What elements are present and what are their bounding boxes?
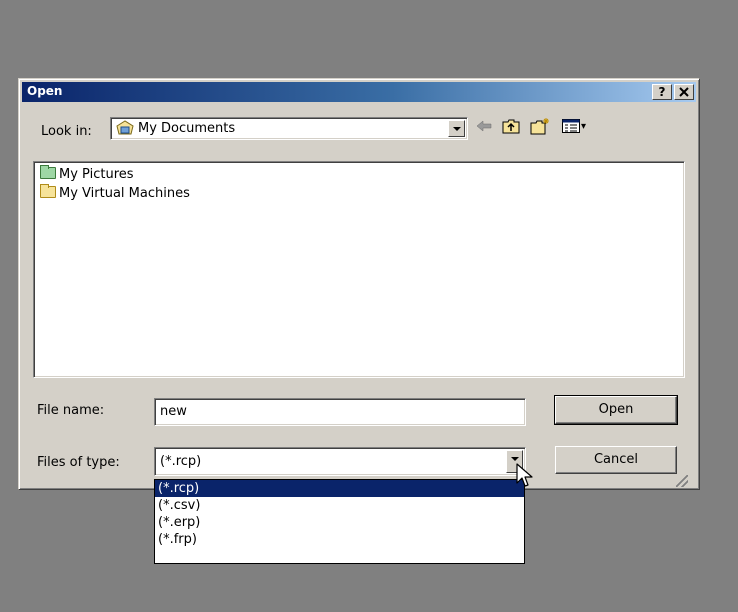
cancel-button[interactable]: Cancel [555, 446, 677, 474]
file-type-option[interactable]: (*.erp) [155, 514, 524, 531]
file-name-label: File name: [37, 403, 105, 418]
help-button[interactable]: ? [652, 84, 672, 100]
file-name: My Pictures [59, 167, 134, 182]
title-bar[interactable]: Open ? [22, 82, 696, 102]
new-folder-button[interactable] [528, 117, 552, 135]
look-in-value: My Documents [138, 120, 236, 136]
back-button[interactable] [474, 117, 494, 135]
window-title: Open [27, 84, 63, 98]
mouse-cursor-icon [516, 463, 533, 487]
back-arrow-icon [476, 120, 492, 132]
file-type-option[interactable]: (*.csv) [155, 497, 524, 514]
close-icon [679, 87, 689, 97]
look-in-dropdown-arrow[interactable] [448, 120, 465, 137]
open-button[interactable]: Open [554, 395, 678, 425]
file-type-value: (*.rcp) [160, 454, 202, 469]
view-menu-icon [561, 119, 580, 133]
up-one-level-icon [502, 119, 520, 134]
look-in-label: Look in: [41, 124, 92, 139]
folder-icon [40, 184, 56, 198]
files-of-type-label: Files of type: [37, 455, 120, 470]
file-name-input[interactable]: new [154, 398, 526, 426]
list-item[interactable]: My Pictures [40, 165, 134, 182]
my-documents-icon [116, 120, 134, 135]
file-name-value: new [160, 404, 187, 419]
list-item[interactable]: My Virtual Machines [40, 184, 190, 201]
close-button[interactable] [674, 84, 694, 100]
resize-grip[interactable] [676, 475, 688, 487]
chevron-down-icon: ▾ [580, 120, 587, 132]
file-type-options-list[interactable]: (*.rcp) (*.csv) (*.erp) (*.frp) [154, 479, 525, 564]
new-folder-icon [530, 118, 549, 135]
up-folder-button[interactable] [500, 117, 522, 135]
file-type-combo[interactable]: (*.rcp) [154, 447, 526, 476]
file-type-option[interactable]: (*.rcp) [155, 480, 524, 497]
file-type-option[interactable]: (*.frp) [155, 531, 524, 548]
views-menu-button[interactable]: ▾ [557, 117, 591, 135]
file-list[interactable]: My Pictures My Virtual Machines [33, 161, 685, 378]
pictures-folder-icon [40, 165, 56, 179]
file-name: My Virtual Machines [59, 186, 190, 201]
look-in-combo[interactable]: My Documents [110, 117, 468, 140]
